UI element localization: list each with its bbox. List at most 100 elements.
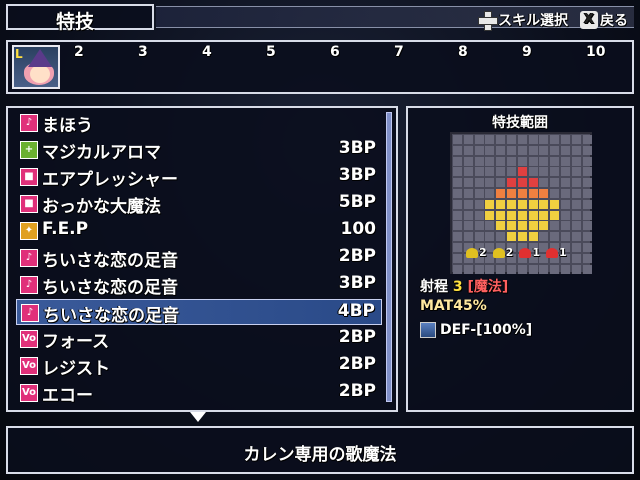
range-cell — [550, 178, 560, 188]
range-cell — [485, 167, 495, 177]
range-cell — [507, 189, 516, 198]
range-cell — [474, 145, 484, 155]
skill-cost: 5BP — [338, 192, 376, 212]
range-cell — [571, 167, 581, 177]
level-9[interactable]: 9 — [522, 44, 532, 60]
skill-row[interactable]: Vo フォース 2BP — [16, 326, 382, 352]
range-cell — [561, 145, 570, 155]
range-cell — [474, 135, 484, 144]
pip-icon — [545, 247, 558, 258]
range-cell — [528, 189, 538, 198]
range-cell — [496, 135, 506, 144]
range-cell — [507, 199, 516, 209]
back-hint[interactable]: X 戻る — [580, 10, 628, 30]
range-cell — [496, 145, 506, 155]
range-cell — [453, 264, 462, 274]
skill-row[interactable]: ✦ F.E.P 100 — [16, 218, 382, 244]
range-cell — [550, 167, 560, 177]
range-cell — [453, 156, 462, 166]
def-stat: DEF-[100%] — [420, 322, 532, 338]
skill-name: F.E.P — [42, 219, 89, 239]
range-cell — [507, 135, 516, 144]
range-cell — [463, 156, 473, 166]
level-label: L — [15, 47, 23, 61]
skill-cost: 3BP — [338, 273, 376, 293]
range-cell — [561, 264, 570, 274]
range-cell — [517, 221, 527, 231]
range-cell — [571, 243, 581, 252]
skill-cost: 3BP — [338, 165, 376, 185]
range-cell — [453, 210, 462, 220]
x-button-icon: X — [580, 11, 598, 29]
range-cell — [453, 232, 462, 242]
range-cell — [485, 178, 495, 188]
skill-row[interactable]: ♪ ちいさな恋の足音 2BP — [16, 245, 382, 271]
range-cell — [507, 178, 516, 188]
skill-row[interactable]: Vo レジスト 2BP — [16, 353, 382, 379]
skill-type-icon: Vo — [20, 330, 38, 348]
effect-pip: 1 — [545, 246, 567, 259]
skill-row[interactable]: ♪ ちいさな恋の足音 3BP — [16, 272, 382, 298]
skill-type-icon: Vo — [20, 357, 38, 375]
range-cell — [507, 145, 516, 155]
level-8[interactable]: 8 — [458, 44, 468, 60]
skill-range-panel: 特技範囲 2 2 1 1 射程 3 [魔法] MAT45% DEF-[100%] — [406, 106, 634, 412]
range-cell — [474, 210, 484, 220]
level-4[interactable]: 4 — [202, 44, 212, 60]
range-cell — [571, 210, 581, 220]
level-5[interactable]: 5 — [266, 44, 276, 60]
skill-row[interactable]: + マジカルアロマ 3BP — [16, 137, 382, 163]
skill-name: エコー — [42, 386, 93, 406]
range-cell — [485, 199, 495, 209]
range-cell — [463, 264, 473, 274]
range-cell — [528, 167, 538, 177]
skill-type-icon: ♪ — [20, 276, 38, 294]
level-6[interactable]: 6 — [330, 44, 340, 60]
range-cell — [507, 264, 516, 274]
range-cell — [561, 167, 570, 177]
range-cell — [463, 135, 473, 144]
skill-name: まほう — [42, 116, 93, 136]
range-cell — [507, 221, 516, 231]
character-portrait[interactable]: L — [12, 45, 60, 89]
level-2[interactable]: 2 — [74, 44, 84, 60]
effect-pip: 2 — [466, 246, 487, 259]
range-cell — [539, 210, 549, 220]
skill-cost: 2BP — [338, 327, 376, 347]
skill-row[interactable]: ■ エアプレッシャー 3BP — [16, 164, 382, 190]
range-cell — [496, 199, 506, 209]
range-cell — [550, 189, 560, 198]
range-cell — [453, 135, 462, 144]
range-type: [魔法] — [467, 279, 509, 295]
skill-name: ちいさな恋の足音 — [42, 278, 178, 298]
skill-row[interactable]: Vo エコー 2BP — [16, 380, 382, 406]
range-cell — [550, 156, 560, 166]
range-cell — [463, 210, 473, 220]
page-title: 特技 — [56, 11, 95, 33]
scroll-down-arrow-icon[interactable] — [190, 412, 206, 422]
skill-list-scrollbar[interactable] — [386, 112, 392, 402]
range-cell — [539, 199, 549, 209]
range-cell — [485, 221, 495, 231]
range-cell — [582, 145, 592, 155]
level-3[interactable]: 3 — [138, 44, 148, 60]
skill-row[interactable]: ♪ まほう — [16, 110, 382, 136]
pip-value: 2 — [479, 246, 487, 259]
skill-type-icon: + — [20, 141, 38, 159]
range-cell — [550, 135, 560, 144]
range-cell — [463, 178, 473, 188]
range-cell — [517, 264, 527, 274]
effect-pips: 2 2 1 1 — [466, 246, 567, 259]
range-cell — [550, 210, 560, 220]
range-cell — [496, 178, 506, 188]
pip-icon — [492, 247, 505, 258]
skill-row[interactable]: ■ おっかな大魔法 5BP — [16, 191, 382, 217]
level-7[interactable]: 7 — [394, 44, 404, 60]
skill-type-icon: ✦ — [20, 222, 38, 240]
skill-row[interactable]: ♪ ちいさな恋の足音 4BP — [16, 299, 382, 326]
range-cell — [571, 221, 581, 231]
effect-pip: 1 — [519, 246, 540, 259]
range-cell — [539, 178, 549, 188]
range-cell — [463, 199, 473, 209]
level-10[interactable]: 10 — [586, 44, 605, 60]
